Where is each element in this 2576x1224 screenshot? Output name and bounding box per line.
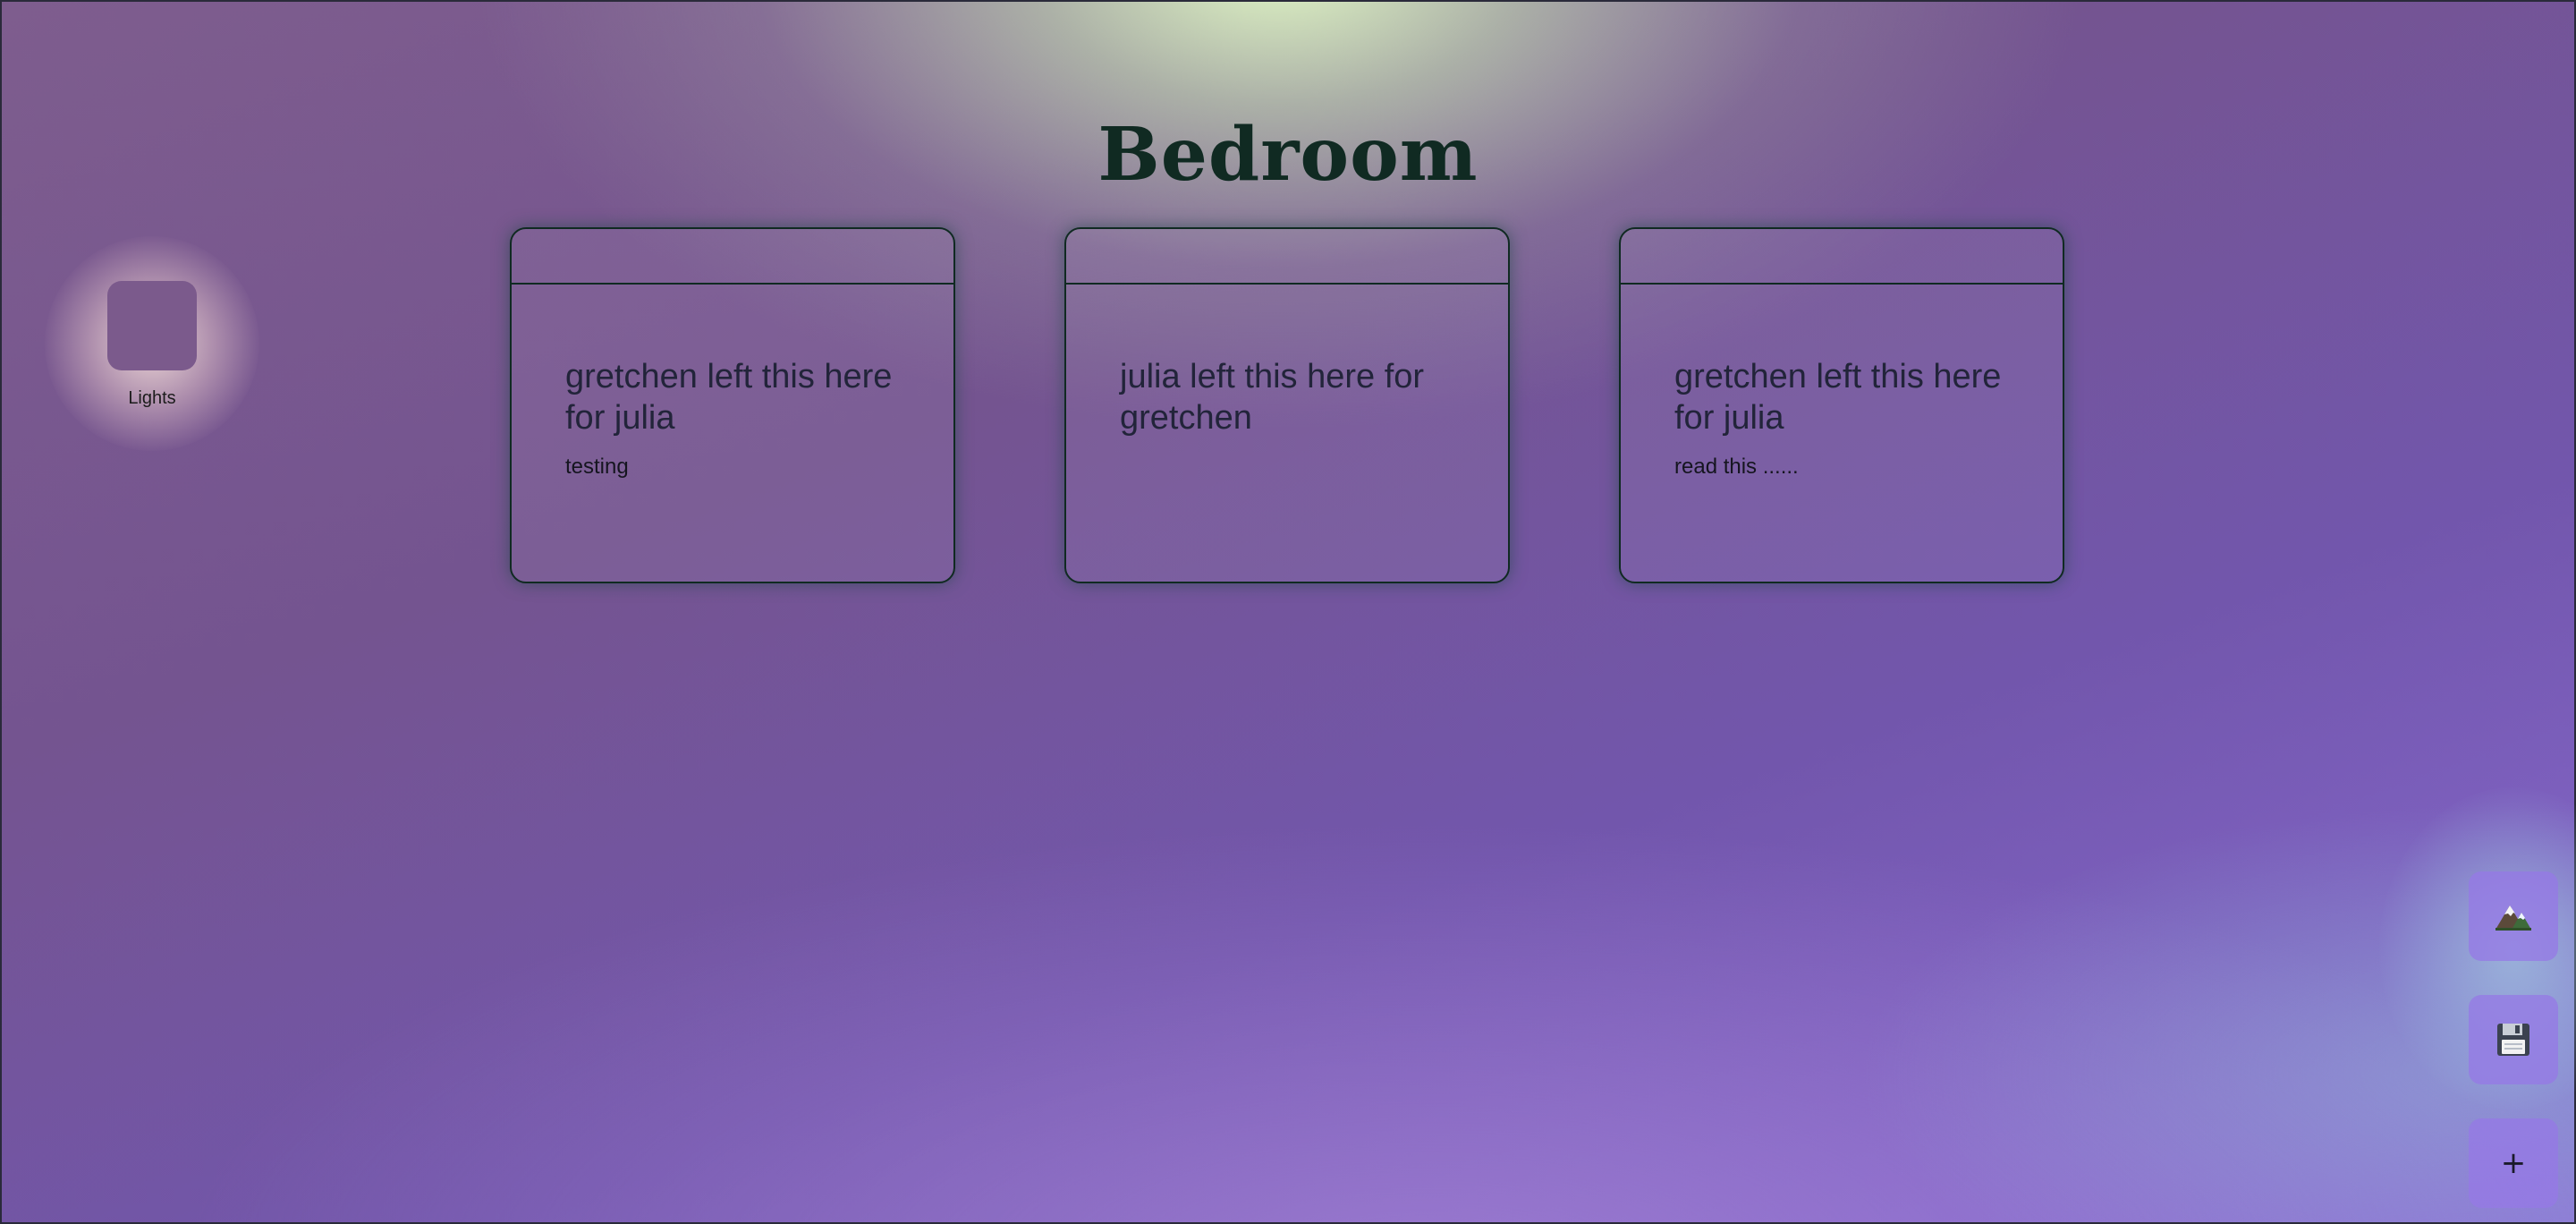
- note-title: gretchen left this here for julia: [565, 358, 893, 437]
- save-button[interactable]: [2469, 995, 2558, 1084]
- lights-device-label: Lights: [128, 388, 176, 408]
- note-header: [1621, 229, 2063, 285]
- note-header: [512, 229, 953, 285]
- mountain-icon: [2494, 900, 2533, 932]
- note-card[interactable]: gretchen left this here for julia testin…: [510, 227, 955, 583]
- note-body: gretchen left this here for julia read t…: [1621, 285, 2063, 480]
- note-title: julia left this here for gretchen: [1120, 358, 1425, 437]
- note-text: testing: [565, 455, 629, 479]
- page-title: Bedroom: [1097, 111, 1479, 198]
- lights-device-tile[interactable]: [107, 281, 197, 370]
- note-header: [1066, 229, 1508, 285]
- note-card[interactable]: julia left this here for gretchen: [1064, 227, 1510, 583]
- floppy-disk-icon: [2496, 1022, 2531, 1058]
- note-title: gretchen left this here for julia: [1674, 358, 2002, 437]
- add-note-button[interactable]: +: [2469, 1118, 2558, 1208]
- note-body: julia left this here for gretchen: [1066, 285, 1508, 438]
- note-body: gretchen left this here for julia testin…: [512, 285, 953, 480]
- note-text: read this ......: [1674, 455, 1799, 479]
- change-background-button[interactable]: [2469, 871, 2558, 961]
- plus-icon: +: [2500, 1145, 2527, 1181]
- note-card[interactable]: gretchen left this here for julia read t…: [1619, 227, 2064, 583]
